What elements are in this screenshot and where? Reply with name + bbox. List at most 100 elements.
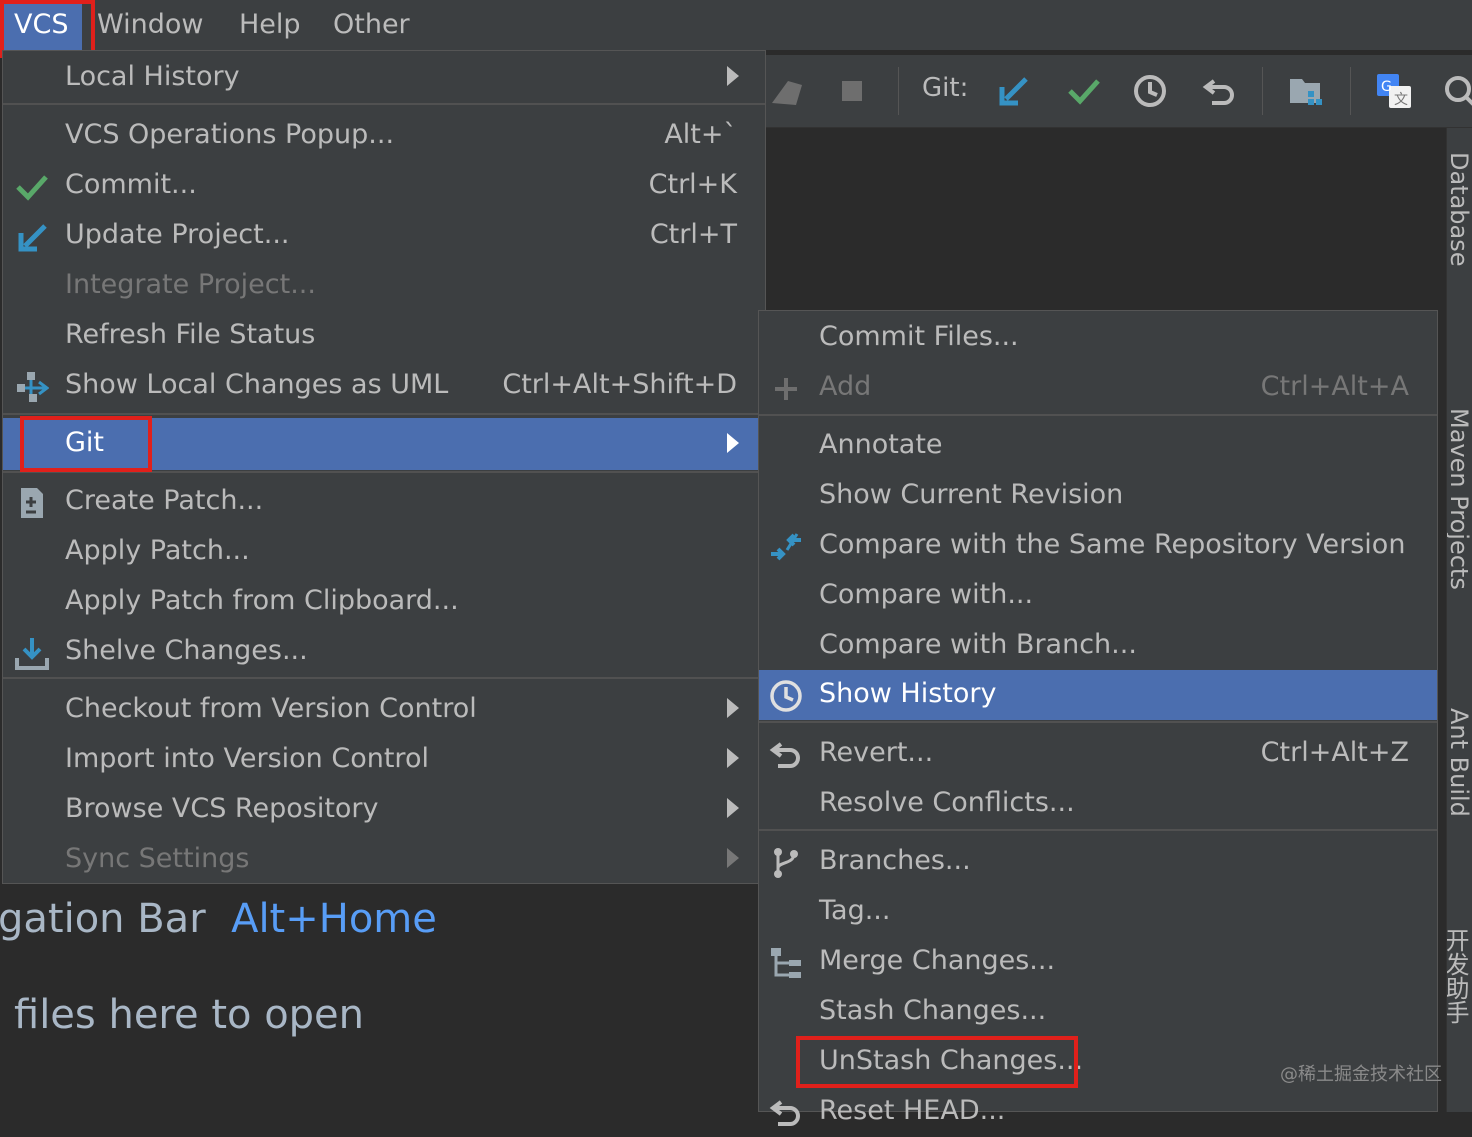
update-arrow-icon [15, 220, 49, 254]
merge-icon [769, 946, 803, 980]
menu-item-apply-patch-clipboard[interactable]: Apply Patch from Clipboard... [3, 577, 765, 627]
submenu-arrow-icon [727, 748, 739, 768]
menu-item-reset-head[interactable]: Reset HEAD... [759, 1087, 1437, 1137]
menu-bar: VCS Window Help Other [0, 0, 1472, 50]
menu-separator [3, 471, 765, 473]
menu-item-label: Create Patch... [65, 485, 264, 516]
menu-item-compare-branch[interactable]: Compare with Branch... [759, 621, 1437, 671]
menu-help[interactable]: Help [239, 0, 301, 50]
menu-item-merge-changes[interactable]: Merge Changes... [759, 937, 1437, 987]
menu-item-label: Resolve Conflicts... [819, 787, 1075, 818]
commit-check-icon [15, 170, 49, 204]
menu-item-stash-changes[interactable]: Stash Changes... [759, 987, 1437, 1037]
menu-item-label: Show Local Changes as UML [65, 369, 449, 400]
menu-item-label: Shelve Changes... [65, 635, 308, 666]
navigation-bar-hint-label: gation Bar [0, 896, 206, 942]
plus-icon [769, 372, 803, 406]
menu-item-label: Commit Files... [819, 321, 1019, 352]
menu-item-compare-with[interactable]: Compare with... [759, 571, 1437, 621]
uml-diagram-icon [15, 370, 50, 404]
menu-separator [759, 721, 1437, 723]
navigation-bar-hint-shortcut: Alt+Home [231, 896, 437, 942]
menu-item-compare-same-repo[interactable]: Compare with the Same Repository Version [759, 521, 1437, 571]
menu-item-update-project[interactable]: Update Project... Ctrl+T [3, 211, 765, 261]
translate-icon[interactable]: G文 [1376, 73, 1412, 109]
submenu-arrow-icon [727, 698, 739, 718]
database-tab[interactable]: Database [1447, 152, 1472, 352]
revert-icon [769, 738, 803, 772]
menu-item-label: Import into Version Control [65, 743, 429, 774]
menu-item-branches[interactable]: Branches... [759, 837, 1437, 887]
menu-item-sync-settings: Sync Settings [3, 835, 765, 885]
menu-item-resolve-conflicts[interactable]: Resolve Conflicts... [759, 779, 1437, 829]
menu-item-shortcut: Ctrl+Alt+A [1260, 371, 1409, 402]
menu-item-checkout-vc[interactable]: Checkout from Version Control [3, 685, 765, 735]
svg-text:G: G [1381, 79, 1392, 95]
menu-window[interactable]: Window [97, 0, 203, 50]
menu-item-git[interactable]: Git [3, 418, 765, 470]
menu-item-show-history[interactable]: Show History [759, 670, 1437, 720]
submenu-arrow-icon [727, 433, 739, 453]
menu-item-refresh-file-status[interactable]: Refresh File Status [3, 311, 765, 361]
menu-item-add: Add Ctrl+Alt+A [759, 363, 1437, 413]
history-clock-icon[interactable] [1132, 73, 1168, 109]
drop-files-hint: files here to open [14, 992, 365, 1038]
maven-projects-tab[interactable]: Maven Projects [1447, 408, 1472, 628]
menu-item-label: Commit... [65, 169, 197, 200]
menu-separator [3, 413, 765, 415]
run-icon[interactable] [768, 73, 804, 109]
menu-item-label: Compare with the Same Repository Version [819, 529, 1406, 560]
dev-assistant-tab[interactable]: 开发助手 [1447, 928, 1472, 1068]
menu-item-label: Annotate [819, 429, 943, 460]
menu-separator [3, 103, 765, 105]
menu-separator [759, 829, 1437, 831]
stop-icon[interactable] [834, 73, 870, 109]
menu-item-browse-vcs[interactable]: Browse VCS Repository [3, 785, 765, 835]
submenu-arrow-icon [727, 66, 739, 86]
svg-text:文: 文 [1394, 92, 1408, 108]
menu-item-shelve-changes[interactable]: Shelve Changes... [3, 627, 765, 677]
menu-item-import-vc[interactable]: Import into Version Control [3, 735, 765, 785]
toolbar-separator [1262, 67, 1263, 115]
watermark: @稀土掘金技术社区 [1280, 1064, 1442, 1085]
update-arrow-icon[interactable] [996, 73, 1032, 109]
menu-item-label: Git [65, 427, 105, 458]
search-icon[interactable] [1442, 73, 1472, 109]
history-clock-icon [769, 679, 803, 713]
menu-item-label: Refresh File Status [65, 319, 316, 350]
menu-item-revert[interactable]: Revert... Ctrl+Alt+Z [759, 729, 1437, 779]
project-structure-icon[interactable] [1288, 73, 1324, 109]
submenu-arrow-icon [727, 848, 739, 868]
menu-item-show-current-revision[interactable]: Show Current Revision [759, 471, 1437, 521]
toolbar-separator [898, 67, 899, 115]
menu-item-show-local-changes-uml[interactable]: Show Local Changes as UML Ctrl+Alt+Shift… [3, 361, 765, 411]
menu-item-commit-files[interactable]: Commit Files... [759, 313, 1437, 363]
ant-build-tab[interactable]: Ant Build [1447, 708, 1472, 848]
menu-vcs[interactable]: VCS [0, 0, 83, 50]
menu-item-label: Stash Changes... [819, 995, 1047, 1026]
submenu-arrow-icon [727, 798, 739, 818]
menu-item-local-history[interactable]: Local History [3, 53, 765, 103]
commit-check-icon[interactable] [1066, 73, 1102, 109]
menu-item-label: Revert... [819, 737, 934, 768]
menu-item-label: Integrate Project... [65, 269, 316, 300]
menu-item-create-patch[interactable]: Create Patch... [3, 477, 765, 527]
compare-arrows-icon [769, 530, 803, 564]
menu-item-commit[interactable]: Commit... Ctrl+K [3, 161, 765, 211]
menu-item-vcs-operations-popup[interactable]: VCS Operations Popup... Alt+` [3, 111, 765, 161]
menu-separator [3, 677, 765, 679]
menu-item-shortcut: Ctrl+K [648, 169, 737, 200]
revert-icon[interactable] [1202, 73, 1238, 109]
menu-item-shortcut: Ctrl+T [649, 219, 737, 250]
right-tool-strip: Database Maven Projects Ant Build 开发助手 [1446, 128, 1472, 1112]
toolbar: Git: G文 [766, 55, 1472, 128]
menu-item-shortcut: Ctrl+Alt+Shift+D [502, 369, 737, 400]
menu-item-tag[interactable]: Tag... [759, 887, 1437, 937]
reset-icon [769, 1096, 803, 1130]
menu-item-label: Browse VCS Repository [65, 793, 379, 824]
git-submenu: Commit Files... Add Ctrl+Alt+A Annotate … [758, 310, 1438, 1126]
menu-other[interactable]: Other [333, 0, 410, 50]
menu-item-label: Local History [65, 61, 240, 92]
menu-item-apply-patch[interactable]: Apply Patch... [3, 527, 765, 577]
menu-item-annotate[interactable]: Annotate [759, 421, 1437, 471]
